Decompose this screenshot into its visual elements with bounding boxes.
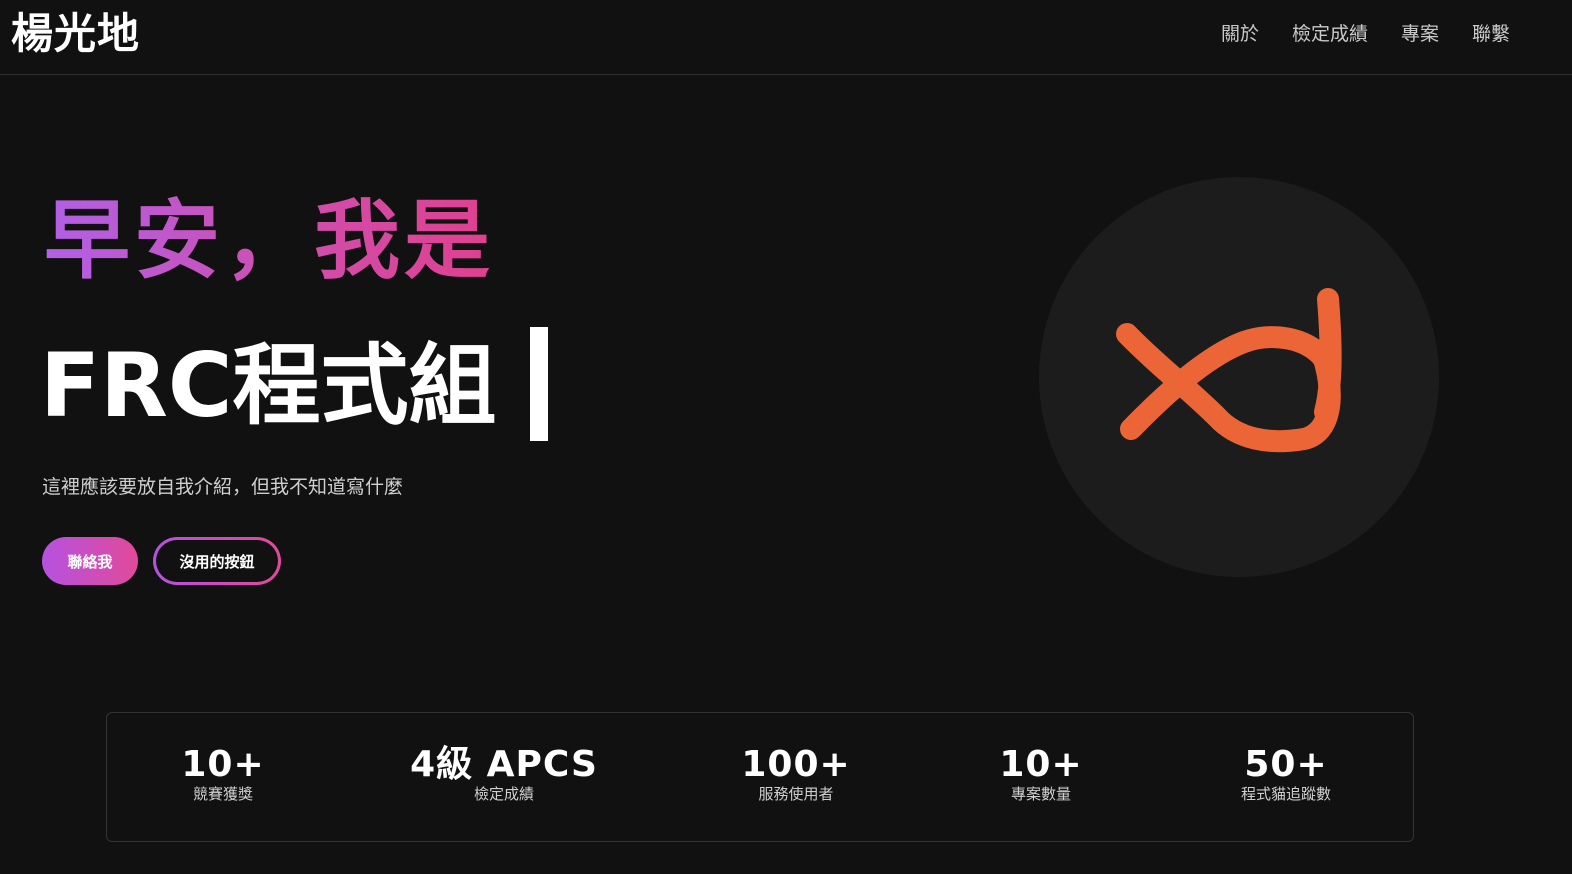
stat-label: 服務使用者 — [758, 785, 834, 803]
avatar — [1039, 177, 1439, 577]
stat-value: 50+ — [1244, 744, 1328, 785]
nav-item-certifications[interactable]: 檢定成績 — [1292, 22, 1368, 46]
stat-label: 專案數量 — [1010, 785, 1072, 803]
stat-certification: 4級 APCS 檢定成績 — [410, 743, 598, 803]
hero-intro-text: 這裡應該要放自我介紹，但我不知道寫什麼 — [42, 476, 404, 498]
stat-followers: 50+ 程式貓追蹤數 — [1241, 743, 1331, 803]
stat-value: 10+ — [999, 744, 1083, 785]
stat-value: 10+ — [181, 744, 265, 785]
page: 楊光地 關於 檢定成績 專案 聯繫 早安，我是 FRC程式組 這裡應該要放自我介… — [0, 0, 1572, 874]
nav-item-about[interactable]: 關於 — [1221, 22, 1259, 46]
top-header: 楊光地 關於 檢定成績 專案 聯繫 — [0, 0, 1572, 75]
stat-projects: 10+ 專案數量 — [999, 743, 1082, 803]
stat-value: 100+ — [741, 744, 851, 785]
nav-item-projects[interactable]: 專案 — [1401, 22, 1439, 46]
hero-greeting: 早安，我是 — [44, 186, 494, 296]
useless-button[interactable]: 沒用的按鈕 — [153, 537, 281, 585]
stat-label: 程式貓追蹤數 — [1240, 785, 1332, 803]
stats-panel: 10+ 競賽獲獎 4級 APCS 檢定成績 100+ 服務使用者 10+ 專案數… — [106, 712, 1414, 842]
typing-cursor — [530, 327, 548, 441]
stat-value: 4級 APCS — [410, 744, 598, 785]
contact-me-button[interactable]: 聯絡我 — [42, 537, 138, 585]
main-nav: 關於 檢定成績 專案 聯繫 — [1221, 22, 1510, 46]
useless-button-label: 沒用的按鈕 — [156, 540, 278, 582]
hero-role-title: FRC程式組 — [40, 334, 497, 437]
xd-logo-icon — [1116, 288, 1342, 453]
nav-item-contact[interactable]: 聯繫 — [1472, 22, 1510, 46]
stat-label: 競賽獲獎 — [192, 785, 254, 803]
stat-awards: 10+ 競賽獲獎 — [181, 743, 264, 803]
site-logo[interactable]: 楊光地 — [11, 8, 140, 60]
stat-users: 100+ 服務使用者 — [741, 743, 850, 803]
stat-label: 檢定成績 — [473, 785, 535, 803]
